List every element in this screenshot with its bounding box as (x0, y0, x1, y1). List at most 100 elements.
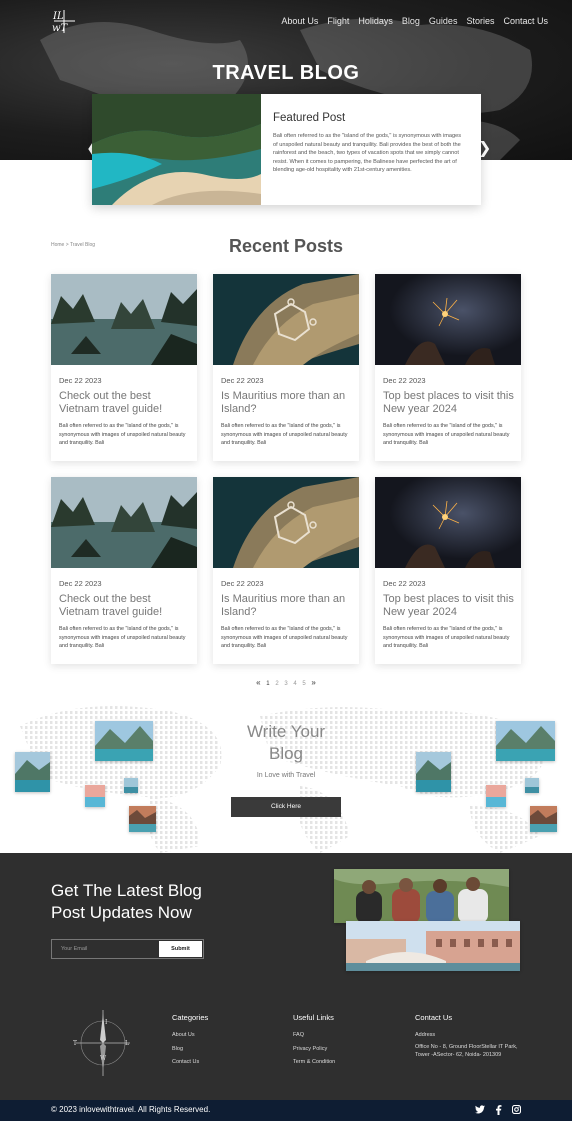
post-image-sparklers (375, 477, 521, 568)
facebook-icon[interactable] (495, 1105, 502, 1117)
post-image-mauritius (213, 477, 359, 568)
post-excerpt: Bali often referred to as the "island of… (59, 423, 186, 447)
post-excerpt: Bali often referred to as the "island of… (383, 423, 510, 447)
post-title[interactable]: Is Mauritius more than an Island? (221, 593, 353, 619)
footer-link-terms[interactable]: Term & Condition (293, 1056, 335, 1070)
featured-text: Bali often referred to as the "island of… (273, 133, 462, 174)
email-placeholder: Your Email (61, 946, 88, 952)
post-image-sparklers (375, 274, 521, 365)
post-excerpt: Bali often referred to as the "island of… (59, 626, 186, 650)
venice-photo (346, 921, 520, 971)
title-bold: BLOG (299, 62, 360, 84)
footer-contact: Contact Us Address Office No - 8, Ground… (415, 1013, 525, 1060)
featured-heading: Featured Post (273, 112, 346, 124)
email-field[interactable]: Your Email Submit (51, 939, 204, 959)
post-title[interactable]: Check out the best Vietnam travel guide! (59, 390, 191, 416)
post-date: Dec 22 2023 (383, 579, 426, 588)
gallery-photo (129, 806, 156, 832)
copyright-text: © 2023 inlovewithtravel. All Rights Rese… (51, 1105, 211, 1114)
footer-useful-heading: Useful Links (293, 1013, 334, 1022)
svg-text:IL: IL (52, 11, 64, 22)
page-link[interactable]: 3 (284, 681, 287, 687)
write-blog-heading: Write Your Blog (0, 721, 572, 765)
svg-text:L: L (125, 1040, 129, 1047)
footer-address: Office No - 8, Ground FloorStellar IT Pa… (415, 1043, 518, 1059)
footer-link-faq[interactable]: FAQ (293, 1029, 335, 1043)
nav-contact-us[interactable]: Contact Us (503, 16, 548, 26)
post-excerpt: Bali often referred to as the "island of… (221, 423, 348, 447)
nav-blog[interactable]: Blog (402, 16, 420, 26)
post-date: Dec 22 2023 (221, 579, 264, 588)
newsletter-line-2: Post Updates Now (51, 903, 192, 922)
footer-link-privacy[interactable]: Privacy Policy (293, 1043, 335, 1057)
footer-useful-links: Useful Links FAQ Privacy Policy Term & C… (293, 1013, 335, 1070)
nav-guides[interactable]: Guides (429, 16, 458, 26)
gallery-photo (530, 806, 557, 832)
post-date: Dec 22 2023 (383, 376, 426, 385)
post-date: Dec 22 2023 (59, 376, 102, 385)
title-light: TRAVEL (212, 62, 294, 84)
recent-posts-title: Recent Posts (228, 236, 344, 256)
gallery-photo (85, 785, 105, 807)
page-link[interactable]: 1 (266, 681, 269, 687)
post-date: Dec 22 2023 (59, 579, 102, 588)
friends-photo (334, 869, 509, 923)
post-title[interactable]: Is Mauritius more than an Island? (221, 390, 353, 416)
post-excerpt: Bali often referred to as the "island of… (383, 626, 510, 650)
post-card[interactable]: Dec 22 2023 Is Mauritius more than an Is… (213, 274, 359, 461)
instagram-icon[interactable] (511, 1104, 522, 1116)
footer-categories-heading: Categories (172, 1013, 209, 1022)
nav-stories[interactable]: Stories (466, 16, 494, 26)
footer-address-label: Address (415, 1032, 436, 1038)
post-image-halong-bay (51, 477, 197, 568)
post-title[interactable]: Top best places to visit this New year 2… (383, 593, 515, 619)
write-your-blog-section: Write Your Blog In Love with Travel Clic… (0, 696, 572, 853)
page-title: TRAVEL BLOG (0, 62, 572, 85)
click-here-button[interactable]: Click Here (231, 797, 341, 817)
post-card[interactable]: Dec 22 2023 Top best places to visit thi… (375, 274, 521, 461)
write-subtitle: In Love with Travel (256, 772, 316, 779)
svg-text:W: W (100, 1055, 107, 1062)
svg-text:T: T (73, 1040, 77, 1047)
page-link[interactable]: 2 (275, 681, 278, 687)
pagination: « 1 2 3 4 5 » (0, 678, 572, 687)
page-link[interactable]: 5 (302, 681, 305, 687)
featured-post-image (92, 94, 261, 205)
compass-icon: T L W I (73, 1010, 130, 1076)
footer-contact-heading: Contact Us (415, 1013, 453, 1022)
main-nav: About Us Flight Holidays Blog Guides Sto… (281, 16, 548, 26)
pagination-prev[interactable]: « (256, 678, 260, 687)
gallery-photo (124, 778, 138, 793)
gallery-photo (525, 778, 539, 793)
nav-holidays[interactable]: Holidays (358, 16, 393, 26)
post-card[interactable]: Dec 22 2023 Check out the best Vietnam t… (51, 477, 197, 664)
write-line-1: Write Your (246, 722, 326, 741)
post-date: Dec 22 2023 (221, 376, 264, 385)
footer-link-blog[interactable]: Blog (172, 1043, 208, 1057)
post-card[interactable]: Dec 22 2023 Check out the best Vietnam t… (51, 274, 197, 461)
nav-flight[interactable]: Flight (327, 16, 349, 26)
page-link[interactable]: 4 (293, 681, 296, 687)
svg-text:wT: wT (52, 23, 69, 34)
newsletter-line-1: Get The Latest Blog (51, 881, 202, 900)
footer: Get The Latest Blog Post Updates Now You… (0, 853, 572, 1100)
post-image-mauritius (213, 274, 359, 365)
brand-logo-icon[interactable]: IL wT (50, 7, 78, 35)
post-image-halong-bay (51, 274, 197, 365)
post-excerpt: Bali often referred to as the "island of… (221, 626, 348, 650)
post-title[interactable]: Top best places to visit this New year 2… (383, 390, 515, 416)
post-card[interactable]: Dec 22 2023 Is Mauritius more than an Is… (213, 477, 359, 664)
submit-button[interactable]: Submit (159, 941, 202, 957)
featured-post-card[interactable]: Featured Post Bali often referred to as … (92, 94, 481, 205)
write-line-2: Blog (268, 744, 304, 763)
post-card[interactable]: Dec 22 2023 Top best places to visit thi… (375, 477, 521, 664)
pagination-next[interactable]: » (311, 678, 315, 687)
twitter-icon[interactable] (475, 1105, 485, 1116)
svg-text:I: I (105, 1019, 108, 1026)
nav-about-us[interactable]: About Us (281, 16, 318, 26)
gallery-photo (486, 785, 506, 807)
footer-link-about-us[interactable]: About Us (172, 1029, 208, 1043)
footer-link-contact-us[interactable]: Contact Us (172, 1056, 208, 1070)
post-title[interactable]: Check out the best Vietnam travel guide! (59, 593, 191, 619)
newsletter-heading: Get The Latest Blog Post Updates Now (51, 880, 281, 924)
